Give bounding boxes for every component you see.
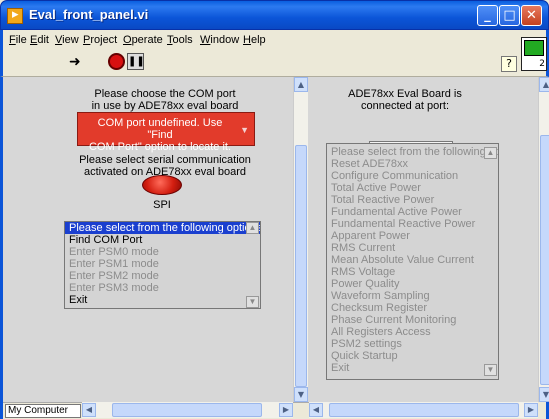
com-prompt: Please choose the COM port in use by ADE… (60, 88, 270, 112)
scroll-up-icon[interactable]: ▲ (294, 77, 308, 92)
left-listbox-rows: Please select from the following options… (65, 222, 260, 306)
port-label: ADE78xx Eval Board is connected at port: (330, 88, 480, 112)
list-item[interactable]: Fundamental Active Power (327, 206, 498, 218)
right-horizontal-scrollbar[interactable]: ◀ ▶ (309, 402, 538, 418)
com-prompt-line1: Please choose the COM port (94, 88, 236, 100)
run-arrow-icon[interactable]: ➜ (69, 54, 85, 70)
list-item[interactable]: Please select from the following options (65, 222, 260, 234)
right-command-listbox[interactable]: Please select from the following opti Res… (326, 143, 499, 380)
scroll-down-icon[interactable]: ▼ (246, 296, 259, 308)
list-item[interactable]: Fundamental Reactive Power (327, 218, 498, 230)
menu-file[interactable]: File (9, 34, 27, 46)
com-prompt-line2: in use by ADE78xx eval board (91, 100, 239, 112)
list-item[interactable]: Power Quality (327, 278, 498, 290)
context-label: My Computer (5, 404, 81, 418)
list-item[interactable]: Total Active Power (327, 182, 498, 194)
title-bar: Eval_front_panel.vi _ □ ✕ (0, 0, 549, 30)
right-vertical-scrollbar[interactable]: ▲ ▼ (538, 77, 549, 402)
scroll-down-icon[interactable]: ▼ (484, 364, 497, 376)
scroll-left-icon[interactable]: ◀ (309, 403, 323, 417)
port-label-line2: connected at port: (360, 100, 450, 112)
scroll-down-icon[interactable]: ▼ (294, 387, 308, 402)
list-item[interactable]: Apparent Power (327, 230, 498, 242)
list-item[interactable]: Enter PSM3 mode (65, 282, 260, 294)
menu-tools[interactable]: Tools (167, 34, 193, 46)
list-item[interactable]: Exit (65, 294, 260, 306)
right-listbox-rows: Please select from the following opti Res… (327, 144, 498, 374)
menu-view[interactable]: View (55, 34, 79, 46)
scroll-right-icon[interactable]: ▶ (279, 403, 293, 417)
menu-window[interactable]: Window (200, 34, 239, 46)
pause-icon[interactable]: ❚❚ (127, 53, 145, 70)
vi-connector-icon: 2 (521, 37, 547, 71)
list-item[interactable]: RMS Current (327, 242, 498, 254)
menu-help[interactable]: Help (243, 34, 266, 46)
toolbar: ➜ ❚❚ ? 2 (0, 37, 549, 77)
scroll-down-icon[interactable]: ▼ (539, 387, 549, 402)
left-command-listbox[interactable]: Please select from the following options… (64, 221, 261, 309)
list-item[interactable]: Total Reactive Power (327, 194, 498, 206)
list-item[interactable]: Quick Startup (327, 350, 498, 362)
abort-icon[interactable] (108, 53, 125, 70)
window-title: Eval_front_panel.vi (29, 7, 149, 22)
scroll-up-icon[interactable]: ▲ (484, 147, 497, 159)
spi-toggle-button[interactable] (142, 175, 182, 195)
list-item[interactable]: RMS Voltage (327, 266, 498, 278)
left-listbox-scrollbar[interactable]: ▲ ▼ (246, 222, 260, 308)
scroll-thumb[interactable] (295, 145, 307, 387)
list-item[interactable]: Enter PSM1 mode (65, 258, 260, 270)
list-item[interactable]: Checksum Register (327, 302, 498, 314)
list-item[interactable]: Waveform Sampling (327, 290, 498, 302)
scroll-up-icon[interactable]: ▲ (539, 77, 549, 92)
list-item[interactable]: Enter PSM2 mode (65, 270, 260, 282)
scroll-thumb[interactable] (112, 403, 262, 417)
left-vertical-scrollbar[interactable]: ▲ ▼ (293, 77, 308, 402)
list-item[interactable]: Please select from the following opti (327, 146, 498, 158)
context-help-button[interactable]: ? (501, 56, 517, 72)
vi-icon-number: 2 (539, 59, 545, 69)
scroll-left-icon[interactable]: ◀ (82, 403, 96, 417)
close-button[interactable]: ✕ (521, 5, 542, 26)
serial-prompt-line1: Please select serial communication (79, 154, 251, 166)
minimize-button[interactable]: _ (477, 5, 498, 26)
list-item[interactable]: Phase Current Monitoring (327, 314, 498, 326)
menu-operate[interactable]: Operate (123, 34, 163, 46)
list-item[interactable]: All Registers Access (327, 326, 498, 338)
list-item[interactable]: Configure Communication (327, 170, 498, 182)
menu-bar: File Edit View Project Operate Tools Win… (0, 30, 549, 50)
list-item[interactable]: Enter PSM0 mode (65, 246, 260, 258)
menu-project[interactable]: Project (83, 34, 117, 46)
list-item[interactable]: Reset ADE78xx (327, 158, 498, 170)
list-item[interactable]: Find COM Port (65, 234, 260, 246)
list-item[interactable]: Exit (327, 362, 498, 374)
scroll-right-icon[interactable]: ▶ (524, 403, 538, 417)
com-port-selector[interactable]: COM port undefined. Use "Find COM Port" … (77, 112, 255, 153)
dropdown-arrow-icon[interactable]: ▼ (240, 124, 249, 136)
left-horizontal-scrollbar[interactable]: ◀ ▶ (82, 402, 293, 418)
vi-picture-icon (524, 40, 544, 56)
scroll-thumb[interactable] (329, 403, 519, 417)
list-item[interactable]: Mean Absolute Value Current (327, 254, 498, 266)
spi-label: SPI (153, 199, 171, 211)
menu-edit[interactable]: Edit (30, 34, 49, 46)
right-listbox-scrollbar[interactable]: ▲ ▼ (484, 144, 498, 379)
com-status-line1: COM port undefined. Use "Find (97, 117, 223, 141)
maximize-button[interactable]: □ (499, 5, 520, 26)
labview-vi-icon[interactable] (7, 7, 23, 24)
scroll-thumb[interactable] (540, 135, 549, 385)
com-status-line2: COM Port" option to locate it. (88, 141, 232, 153)
list-item[interactable]: PSM2 settings (327, 338, 498, 350)
scroll-up-icon[interactable]: ▲ (246, 222, 259, 234)
port-label-line1: ADE78xx Eval Board is (348, 88, 462, 100)
